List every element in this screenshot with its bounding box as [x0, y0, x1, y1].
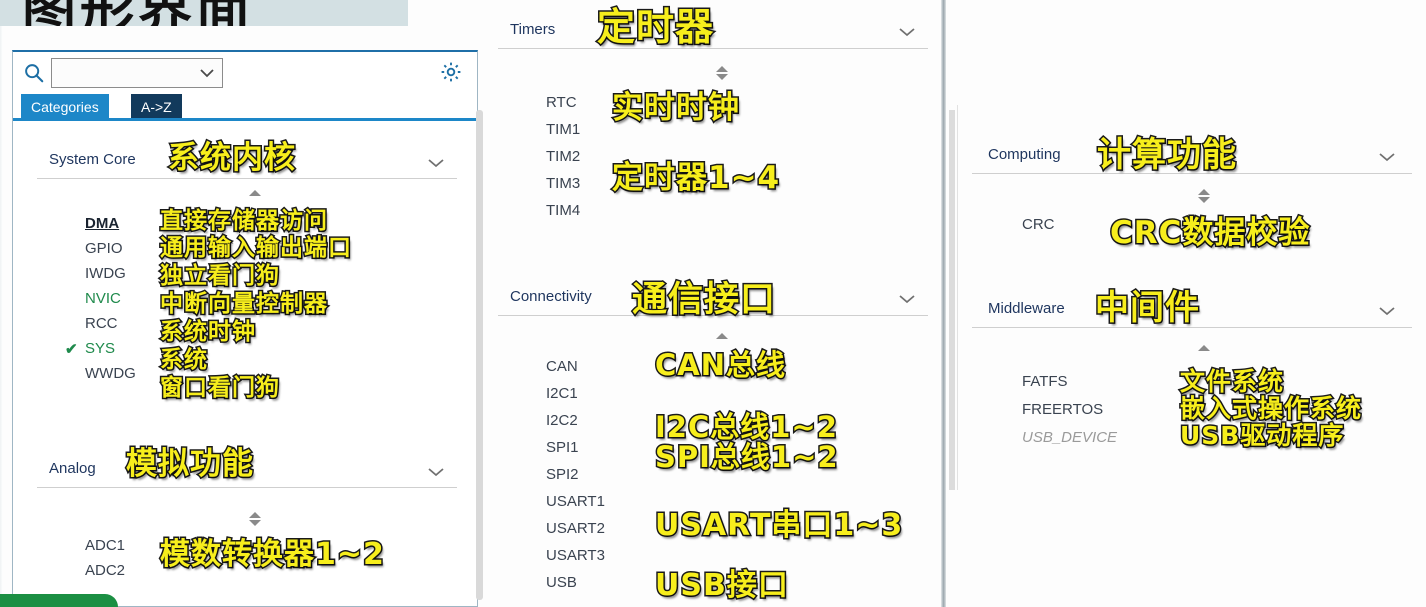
list-item-tim2[interactable]: TIM2 — [546, 148, 580, 165]
annotation-middleware: 中间件 — [1094, 287, 1201, 330]
section-rule-system-core — [37, 178, 457, 179]
bottom-left-green-accent — [0, 594, 118, 607]
checkmark-icon-sys: ✔ — [65, 341, 78, 358]
annotation-adc: 模数转换器1~2 — [159, 536, 386, 574]
section-title-middleware: Middleware — [988, 300, 1065, 317]
chevron-down-icon-connectivity[interactable] — [898, 293, 916, 305]
chevron-down-icon-computing[interactable] — [1378, 151, 1396, 163]
section-title-computing: Computing — [988, 146, 1061, 163]
annotation-tim-group: 定时器1~4 — [610, 159, 781, 198]
annotation-rtc: 实时时钟 — [611, 89, 741, 128]
list-item-fatfs[interactable]: FATFS — [1022, 373, 1068, 390]
chevron-down-icon-analog[interactable] — [427, 466, 445, 478]
list-item-can[interactable]: CAN — [546, 358, 578, 375]
scroll-up-indicator-analog[interactable] — [249, 512, 261, 518]
panel-divider[interactable] — [941, 0, 946, 607]
scroll-up-indicator-system-core[interactable] — [249, 190, 261, 196]
annotation-usb: USB接口 — [654, 567, 790, 605]
screenshot-root: 图形界面 Categories A->Z — [0, 0, 1426, 607]
tab-a-to-z[interactable]: A->Z — [131, 94, 182, 120]
chevron-down-icon-middleware[interactable] — [1378, 305, 1396, 317]
section-rule-analog — [37, 487, 457, 488]
list-item-adc1[interactable]: ADC1 — [85, 537, 125, 554]
list-item-spi1[interactable]: SPI1 — [546, 439, 579, 456]
list-item-tim3[interactable]: TIM3 — [546, 175, 580, 192]
list-item-i2c1[interactable]: I2C1 — [546, 385, 578, 402]
list-item-tim4[interactable]: TIM4 — [546, 202, 580, 219]
annotation-usb-device: USB驱动程序 — [1178, 420, 1345, 452]
chevron-down-icon[interactable] — [199, 67, 215, 79]
annotation-system-core: 系统内核 — [167, 139, 297, 178]
annotation-analog: 模拟功能 — [125, 445, 255, 484]
gear-icon[interactable] — [439, 60, 463, 84]
annotation-connectivity: 通信接口 — [630, 279, 777, 322]
list-item-nvic[interactable]: NVIC — [85, 290, 121, 307]
annotation-wwdg: 窗口看门狗 — [159, 374, 281, 403]
right-panel-scrollbar[interactable] — [949, 110, 955, 490]
search-input[interactable] — [51, 58, 223, 88]
annotation-can: CAN总线 — [654, 347, 787, 384]
list-item-rcc[interactable]: RCC — [85, 315, 118, 332]
list-item-sys[interactable]: SYS — [85, 340, 115, 357]
list-item-iwdg[interactable]: IWDG — [85, 265, 126, 282]
section-title-connectivity: Connectivity — [510, 288, 592, 305]
chevron-down-icon-system-core[interactable] — [427, 157, 445, 169]
window-left-edge — [0, 26, 3, 607]
chevron-down-icon-timers[interactable] — [898, 26, 916, 38]
annotation-usart: USART串口1~3 — [653, 507, 904, 545]
list-item-usart2[interactable]: USART2 — [546, 520, 605, 537]
list-item-wwdg[interactable]: WWDG — [85, 365, 136, 382]
annotation-computing: 计算功能 — [1096, 134, 1238, 177]
annotation-spi: SPI总线1~2 — [654, 439, 840, 476]
list-item-usart1[interactable]: USART1 — [546, 493, 605, 510]
list-item-rtc[interactable]: RTC — [546, 94, 577, 111]
category-tabs: Categories A->Z — [13, 94, 477, 120]
list-item-tim1[interactable]: TIM1 — [546, 121, 580, 138]
scroll-down-indicator-analog[interactable] — [249, 520, 261, 526]
list-item-gpio[interactable]: GPIO — [85, 240, 123, 257]
middle-panel-scrollbar[interactable] — [476, 110, 483, 600]
list-item-usb[interactable]: USB — [546, 574, 577, 591]
search-row — [13, 52, 477, 94]
list-item-usart3[interactable]: USART3 — [546, 547, 605, 564]
scroll-up-indicator-timers[interactable] — [716, 66, 728, 72]
tabs-underline — [13, 118, 477, 121]
list-item-i2c2[interactable]: I2C2 — [546, 412, 578, 429]
scroll-down-indicator-timers[interactable] — [716, 74, 728, 80]
list-item-freertos[interactable]: FREERTOS — [1022, 401, 1103, 418]
list-item-adc2[interactable]: ADC2 — [85, 562, 125, 579]
list-item-dma[interactable]: DMA — [85, 215, 119, 232]
title-banner: 图形界面 — [0, 0, 408, 26]
section-title-analog: Analog — [49, 460, 96, 477]
search-icon[interactable] — [23, 62, 45, 84]
list-item-usb-device[interactable]: USB_DEVICE — [1022, 429, 1117, 446]
scroll-down-indicator-computing[interactable] — [1198, 197, 1210, 203]
list-item-spi2[interactable]: SPI2 — [546, 466, 579, 483]
scroll-up-indicator-middleware[interactable] — [1198, 345, 1210, 351]
scroll-up-indicator-computing[interactable] — [1198, 189, 1210, 195]
scroll-up-indicator-connectivity[interactable] — [716, 333, 728, 339]
list-item-crc[interactable]: CRC — [1022, 216, 1055, 233]
section-title-timers: Timers — [510, 21, 556, 38]
annotation-timers: 定时器 — [595, 4, 715, 51]
title-banner-text: 图形界面 — [22, 0, 254, 26]
section-title-system-core: System Core — [49, 151, 136, 168]
search-input-field[interactable] — [52, 59, 202, 85]
tab-categories[interactable]: Categories — [21, 94, 109, 120]
annotation-crc: CRC数据校验 — [1108, 214, 1311, 253]
